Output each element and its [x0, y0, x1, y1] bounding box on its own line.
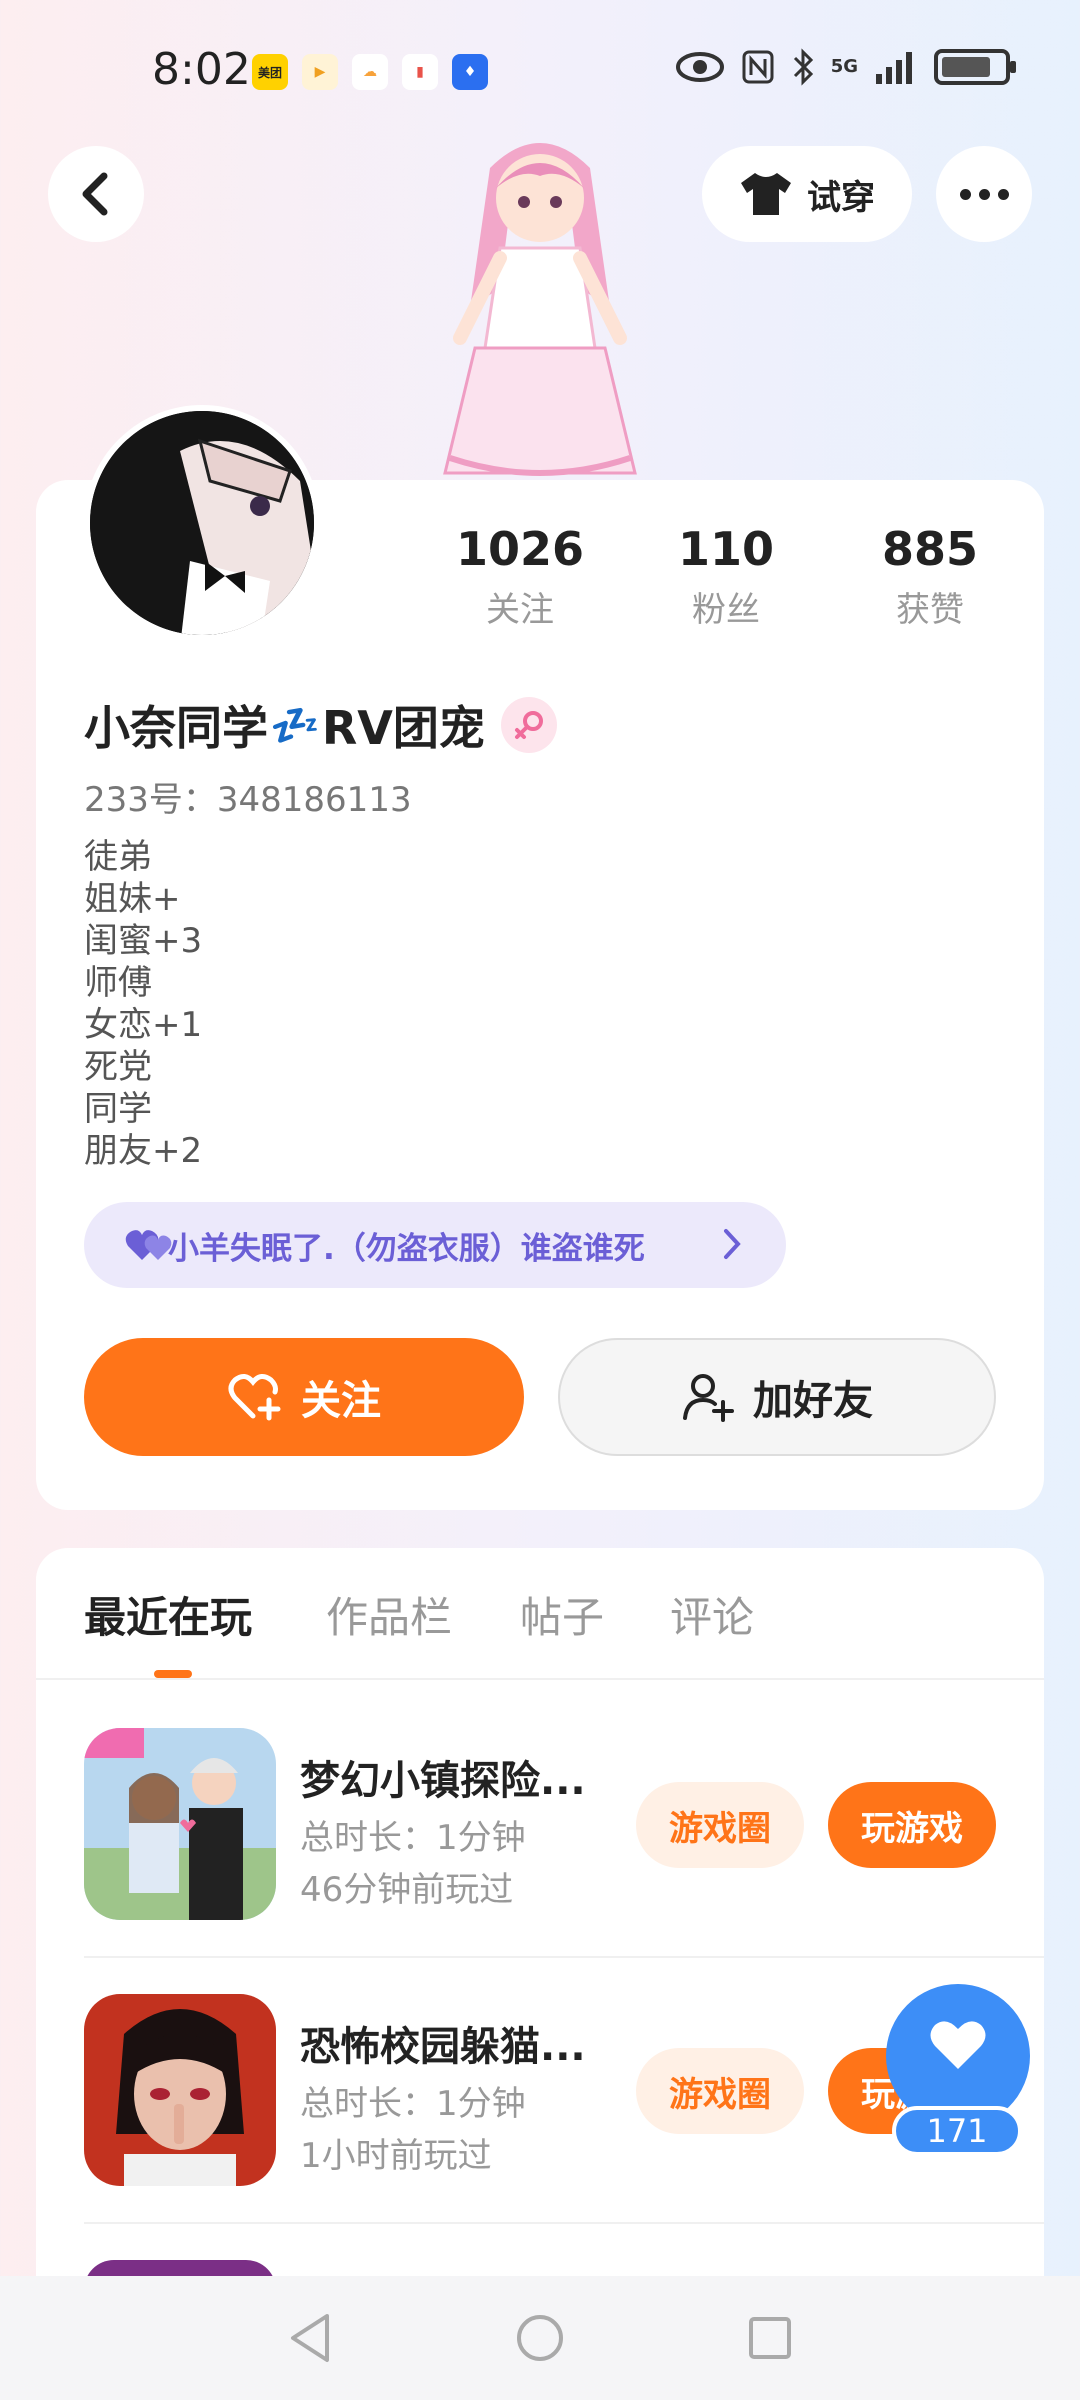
game-thumbnail — [84, 1994, 276, 2186]
more-options-button[interactable] — [936, 146, 1032, 242]
game-list-item[interactable]: 梦幻小镇探险... 总时长：1分钟 46分钟前玩过 游戏圈 玩游戏 — [84, 1728, 1044, 1928]
nav-home-button[interactable] — [508, 2306, 572, 2370]
tshirt-icon — [741, 173, 791, 215]
row-divider — [84, 1956, 1044, 1958]
nickname-text: 小奈同学 — [84, 701, 268, 755]
bio-line: 闺蜜+3 — [84, 921, 203, 961]
stat-following[interactable]: 1026 关注 — [430, 522, 610, 631]
game-duration: 总时长：1分钟 — [300, 2084, 526, 2124]
row-divider — [84, 2222, 1044, 2224]
female-gender-icon — [500, 697, 557, 753]
game-title: 恐怖校园躲猫... — [300, 2024, 586, 2070]
game-circle-button[interactable]: 游戏圈 — [636, 1782, 804, 1868]
group-text: 小羊失眠了.（勿盗衣服）谁盗谁死 — [168, 1230, 645, 1267]
stat-likes[interactable]: 885 获赞 — [840, 522, 1020, 631]
status-bar: 8:02 美团 ▶ ☁ ▮ ♦ 5G — [0, 0, 1080, 140]
follow-button[interactable]: 关注 — [84, 1338, 524, 1456]
nav-back-button[interactable] — [278, 2306, 342, 2370]
eye-icon — [675, 52, 724, 82]
nickname-suffix: RV团宠 — [321, 701, 485, 755]
add-friend-button[interactable]: 加好友 — [558, 1338, 996, 1456]
status-indicators: 5G — [675, 48, 1016, 86]
tab-posts[interactable]: 帖子 — [520, 1584, 604, 1645]
status-time: 8:02 — [152, 44, 251, 95]
user-id: 233号：348186113 — [84, 780, 412, 820]
followers-count: 110 — [677, 522, 775, 576]
back-button[interactable] — [48, 146, 144, 242]
bio-line: 姐妹+ — [84, 879, 181, 919]
game-title: 梦幻小镇探险... — [300, 1758, 586, 1804]
nav-recents-button[interactable] — [738, 2306, 802, 2370]
nickname: 小奈同学 💤 RV团宠 — [84, 692, 557, 758]
following-count: 1026 — [455, 522, 585, 576]
play-game-button[interactable]: 玩游戏 — [828, 1782, 996, 1868]
followers-label: 粉丝 — [692, 590, 760, 630]
chevron-left-icon — [82, 172, 108, 216]
bio-line: 死党 — [84, 1047, 152, 1087]
bio: 徒弟 姐妹+ 闺蜜+3 师傅 女恋+1 死党 同学 朋友+2 — [84, 836, 202, 1172]
bio-line: 朋友+2 — [84, 1131, 203, 1171]
group-link[interactable]: 小羊失眠了.（勿盗衣服）谁盗谁死 — [84, 1202, 786, 1288]
sleep-emoji: 💤 — [270, 702, 320, 749]
bio-line: 徒弟 — [84, 837, 152, 877]
game-circle-button[interactable]: 游戏圈 — [636, 2048, 804, 2134]
heart-icon — [930, 2021, 986, 2069]
likes-label: 获赞 — [896, 590, 964, 630]
character-figure — [420, 128, 660, 488]
stat-followers[interactable]: 110 粉丝 — [636, 522, 816, 631]
try-on-label: 试穿 — [807, 177, 875, 218]
bulb-app-icon: ♦ — [452, 54, 488, 90]
profile-stats: 1026 关注 110 粉丝 885 获赞 — [440, 522, 1040, 642]
likes-count: 885 — [881, 522, 979, 576]
tab-works[interactable]: 作品栏 — [326, 1584, 452, 1645]
video-app-icon: ▶ — [302, 54, 338, 90]
add-user-icon — [683, 1374, 734, 1422]
circle-home-icon — [517, 2315, 563, 2361]
battery-icon — [934, 49, 1016, 85]
user-avatar[interactable] — [84, 405, 320, 641]
follow-label: 关注 — [301, 1378, 381, 1424]
system-nav-bar — [0, 2276, 1080, 2400]
like-count-badge: 171 — [892, 2106, 1022, 2156]
paint-app-icon: ▮ — [402, 54, 438, 90]
bio-line: 师傅 — [84, 963, 152, 1003]
game-last-played: 1小时前玩过 — [300, 2136, 492, 2176]
tab-active-indicator — [154, 1670, 192, 1678]
meituan-app-icon: 美团 — [252, 54, 288, 90]
chevron-right-icon — [724, 1229, 741, 1259]
try-on-button[interactable]: 试穿 — [702, 146, 912, 242]
bio-line: 同学 — [84, 1089, 152, 1129]
bio-line: 女恋+1 — [84, 1005, 203, 1045]
game-last-played: 46分钟前玩过 — [300, 1870, 514, 1910]
double-heart-icon — [125, 1230, 172, 1260]
network-label: 5G — [830, 56, 858, 77]
following-label: 关注 — [486, 590, 554, 630]
triangle-back-icon — [291, 2314, 329, 2362]
nfc-icon — [742, 50, 774, 84]
tab-divider — [36, 1678, 1044, 1680]
heart-plus-icon — [228, 1374, 281, 1421]
more-icon — [959, 188, 1009, 200]
tab-recently-played[interactable]: 最近在玩 — [84, 1584, 252, 1645]
signal-icon — [876, 52, 912, 84]
square-recents-icon — [749, 2317, 791, 2359]
bluetooth-icon — [793, 48, 813, 86]
game-thumbnail — [84, 1728, 276, 1920]
status-app-icons: 美团 ▶ ☁ ▮ ♦ — [252, 54, 488, 90]
add-friend-label: 加好友 — [753, 1378, 873, 1424]
weather-app-icon: ☁ — [352, 54, 388, 90]
tab-comments[interactable]: 评论 — [670, 1584, 754, 1645]
game-duration: 总时长：1分钟 — [300, 1818, 526, 1858]
